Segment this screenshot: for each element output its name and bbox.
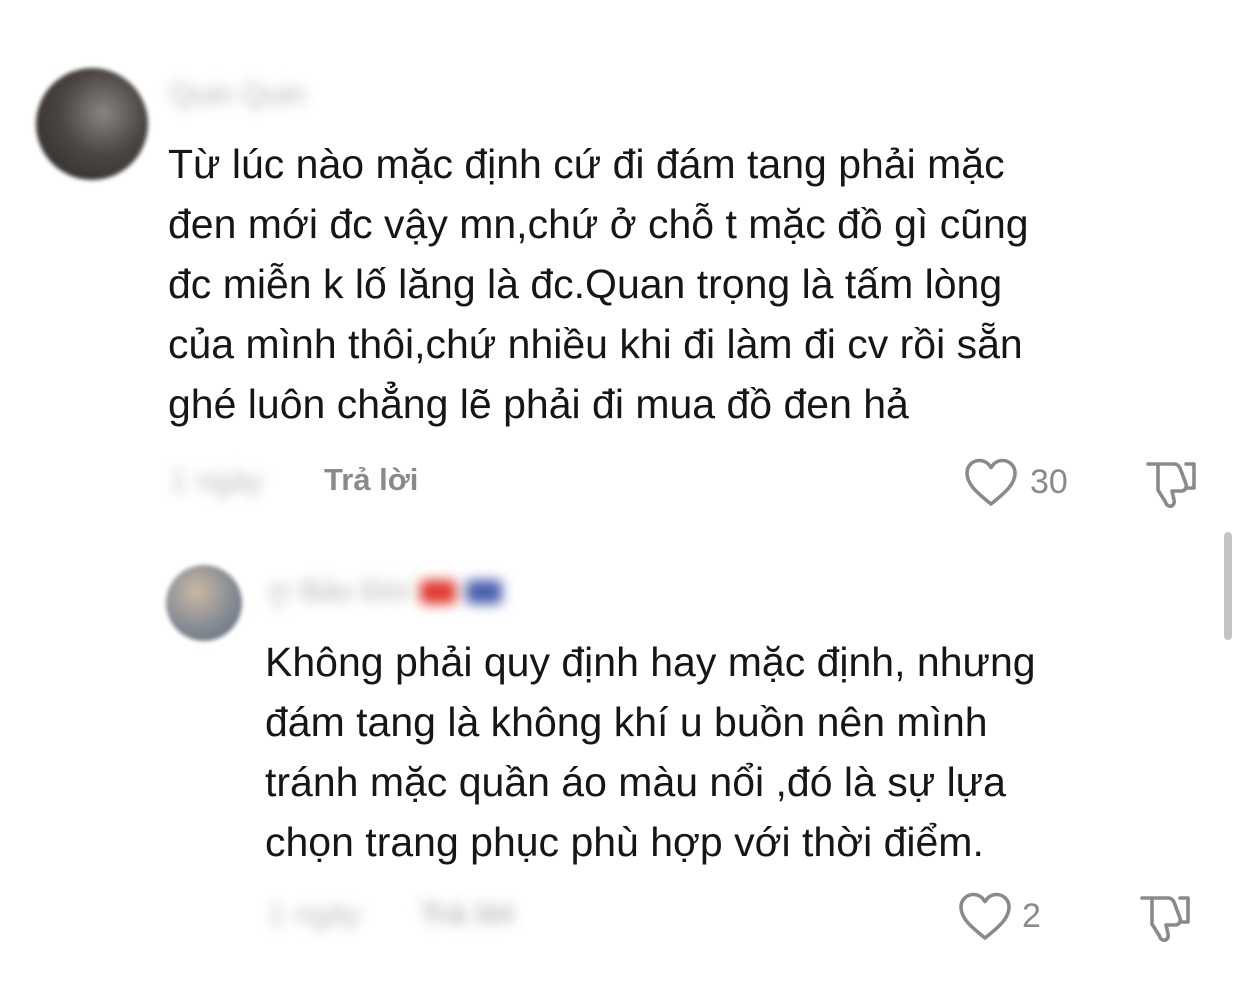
thumbs-down-icon[interactable] — [1136, 892, 1192, 949]
username: ღ Bảo Đời — [268, 575, 410, 608]
like-count: 30 — [1030, 463, 1068, 501]
comment-timestamp: 1 ngày — [170, 463, 264, 498]
flag-icon — [465, 579, 502, 604]
avatar[interactable] — [36, 68, 148, 180]
avatar[interactable] — [166, 565, 242, 641]
comment-timestamp: 1 ngày — [268, 896, 362, 931]
reply-button[interactable]: Trả lời — [420, 896, 514, 932]
flag-icon — [419, 579, 456, 604]
heart-icon[interactable] — [958, 892, 1012, 947]
username-row[interactable]: ღ Bảo Đời — [268, 574, 502, 609]
heart-icon[interactable] — [964, 458, 1018, 513]
reply-button[interactable]: Trả lời — [324, 462, 418, 498]
comment-text: Từ lúc nào mặc định cứ đi đám tang phải … — [168, 141, 1029, 427]
comment-text: Không phải quy định hay mặc định, nhưng … — [265, 639, 1036, 865]
scrollbar[interactable] — [1224, 532, 1232, 640]
username[interactable]: Quin Quin — [170, 78, 305, 112]
thumbs-down-icon[interactable] — [1142, 458, 1198, 515]
like-count: 2 — [1022, 897, 1041, 935]
